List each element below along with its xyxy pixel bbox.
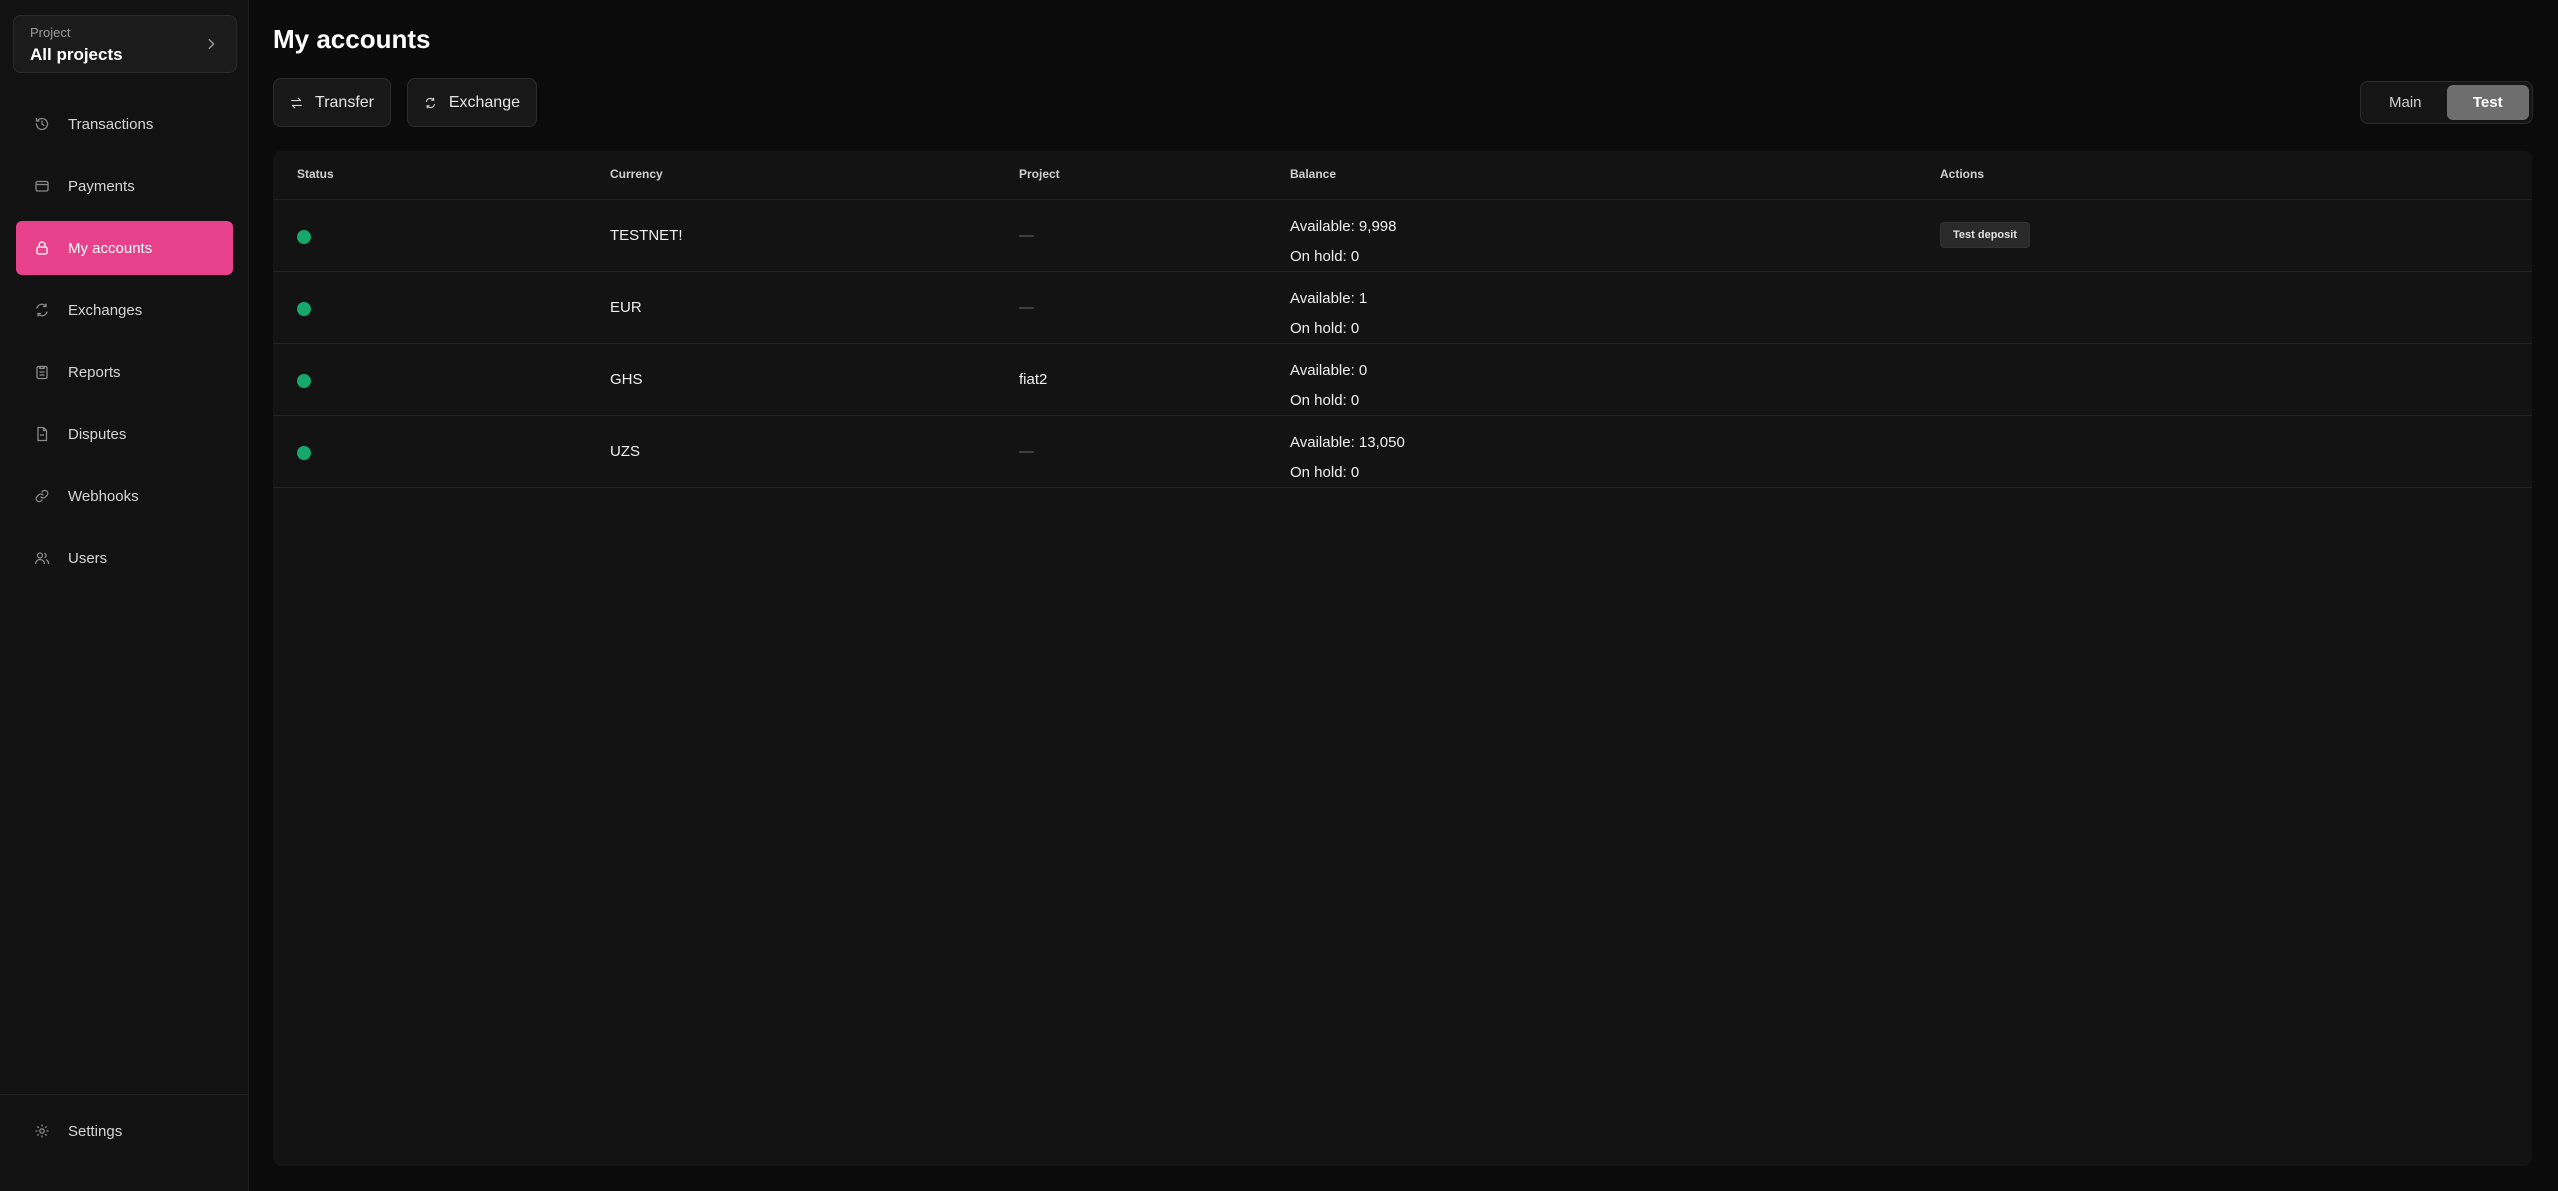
clipboard-icon bbox=[34, 364, 50, 380]
balance-cell: Available: 1 On hold: 0 bbox=[1290, 284, 1367, 344]
currency-cell: EUR bbox=[610, 299, 642, 316]
sidebar-item-label: Users bbox=[68, 549, 108, 567]
balance-on-hold: On hold: 0 bbox=[1290, 320, 1360, 337]
balance-available: Available: 9,998 bbox=[1290, 218, 1397, 235]
env-option-test[interactable]: Test bbox=[2446, 85, 2529, 120]
balance-available: Available: 1 bbox=[1290, 290, 1368, 307]
sidebar-divider bbox=[0, 1094, 249, 1095]
sidebar-item-label: Webhooks bbox=[68, 487, 139, 505]
status-dot-icon bbox=[297, 230, 311, 244]
table-header: Status Currency Project Balance Actions bbox=[273, 151, 2532, 200]
main-content: My accounts Transfer Exchange Main Test … bbox=[249, 0, 2558, 1191]
sidebar-item-exchanges[interactable]: Exchanges bbox=[16, 283, 233, 337]
exchange-button[interactable]: Exchange bbox=[407, 78, 537, 127]
project-cell: fiat2 bbox=[1019, 371, 1048, 388]
currency-cell: TESTNET! bbox=[610, 227, 683, 244]
wallet-icon bbox=[34, 178, 50, 194]
status-cell bbox=[297, 302, 311, 316]
status-dot-icon bbox=[297, 446, 311, 460]
sidebar-item-disputes[interactable]: Disputes bbox=[16, 407, 233, 461]
refresh-icon bbox=[425, 97, 435, 108]
status-cell bbox=[297, 374, 311, 388]
balance-available: Available: 13,050 bbox=[1290, 434, 1405, 451]
header-currency: Currency bbox=[610, 167, 663, 181]
lock-icon bbox=[34, 240, 50, 256]
balance-cell: Available: 0 On hold: 0 bbox=[1290, 356, 1367, 416]
status-cell bbox=[297, 446, 311, 460]
balance-cell: Available: 13,050 On hold: 0 bbox=[1290, 428, 1405, 488]
sidebar-item-my-accounts[interactable]: My accounts bbox=[16, 221, 233, 275]
sidebar-item-label: Transactions bbox=[68, 115, 154, 133]
refresh-icon bbox=[34, 302, 50, 318]
sidebar-item-label: Exchanges bbox=[68, 301, 143, 319]
transfer-button[interactable]: Transfer bbox=[273, 78, 391, 127]
balance-on-hold: On hold: 0 bbox=[1290, 392, 1360, 409]
sidebar-settings: Settings bbox=[16, 1104, 233, 1166]
sidebar: Project All projects Transactions Paymen… bbox=[0, 0, 249, 1191]
sidebar-item-transactions[interactable]: Transactions bbox=[16, 97, 233, 151]
sidebar-item-reports[interactable]: Reports bbox=[16, 345, 233, 399]
transfer-icon bbox=[291, 97, 302, 108]
balance-available: Available: 0 bbox=[1290, 362, 1368, 379]
currency-cell: GHS bbox=[610, 371, 643, 388]
environment-toggle: Main Test bbox=[2360, 81, 2533, 124]
balance-on-hold: On hold: 0 bbox=[1290, 248, 1360, 265]
balance-on-hold: On hold: 0 bbox=[1290, 464, 1360, 481]
header-status: Status bbox=[297, 167, 334, 181]
status-cell bbox=[297, 230, 311, 244]
page-title: My accounts bbox=[273, 24, 431, 54]
env-option-main[interactable]: Main bbox=[2364, 85, 2447, 120]
project-cell: — bbox=[1019, 443, 1034, 460]
balance-cell: Available: 9,998 On hold: 0 bbox=[1290, 212, 1396, 272]
users-icon bbox=[34, 550, 50, 566]
header-actions: Actions bbox=[1940, 167, 1985, 181]
sidebar-item-payments[interactable]: Payments bbox=[16, 159, 233, 213]
sidebar-item-label: Settings bbox=[68, 1122, 123, 1140]
project-picker[interactable]: Project All projects bbox=[13, 15, 237, 73]
table-row: TESTNET! — Available: 9,998 On hold: 0 T… bbox=[273, 200, 2532, 272]
sidebar-nav: Transactions Payments My accounts Exchan… bbox=[16, 97, 233, 593]
file-icon bbox=[34, 426, 50, 442]
header-balance: Balance bbox=[1290, 167, 1337, 181]
accounts-table: Status Currency Project Balance Actions … bbox=[273, 151, 2532, 1166]
table-row: EUR — Available: 1 On hold: 0 bbox=[273, 272, 2532, 344]
sidebar-item-label: Disputes bbox=[68, 425, 127, 443]
chevron-right-icon bbox=[208, 38, 215, 50]
table-row: UZS — Available: 13,050 On hold: 0 bbox=[273, 416, 2532, 488]
project-cell: — bbox=[1019, 227, 1034, 244]
test-deposit-button[interactable]: Test deposit bbox=[1940, 222, 2030, 248]
transfer-button-label: Transfer bbox=[315, 93, 374, 111]
exchange-button-label: Exchange bbox=[448, 93, 520, 111]
header-project: Project bbox=[1019, 167, 1060, 181]
status-dot-icon bbox=[297, 302, 311, 316]
link-icon bbox=[34, 488, 50, 504]
sidebar-item-users[interactable]: Users bbox=[16, 531, 233, 585]
sidebar-item-label: Payments bbox=[68, 177, 135, 195]
table-row: GHS fiat2 Available: 0 On hold: 0 bbox=[273, 344, 2532, 416]
sidebar-item-label: Reports bbox=[68, 363, 121, 381]
status-dot-icon bbox=[297, 374, 311, 388]
gear-icon bbox=[34, 1123, 50, 1139]
project-picker-value: All projects bbox=[30, 45, 123, 64]
sidebar-item-webhooks[interactable]: Webhooks bbox=[16, 469, 233, 523]
project-cell: — bbox=[1019, 299, 1034, 316]
app-root: Project All projects Transactions Paymen… bbox=[0, 0, 2558, 1191]
actions-cell: Test deposit bbox=[1940, 222, 2030, 248]
history-icon bbox=[34, 116, 50, 132]
sidebar-item-settings[interactable]: Settings bbox=[16, 1104, 233, 1158]
project-picker-label: Project bbox=[30, 25, 71, 40]
currency-cell: UZS bbox=[610, 443, 640, 460]
sidebar-item-label: My accounts bbox=[68, 239, 153, 257]
